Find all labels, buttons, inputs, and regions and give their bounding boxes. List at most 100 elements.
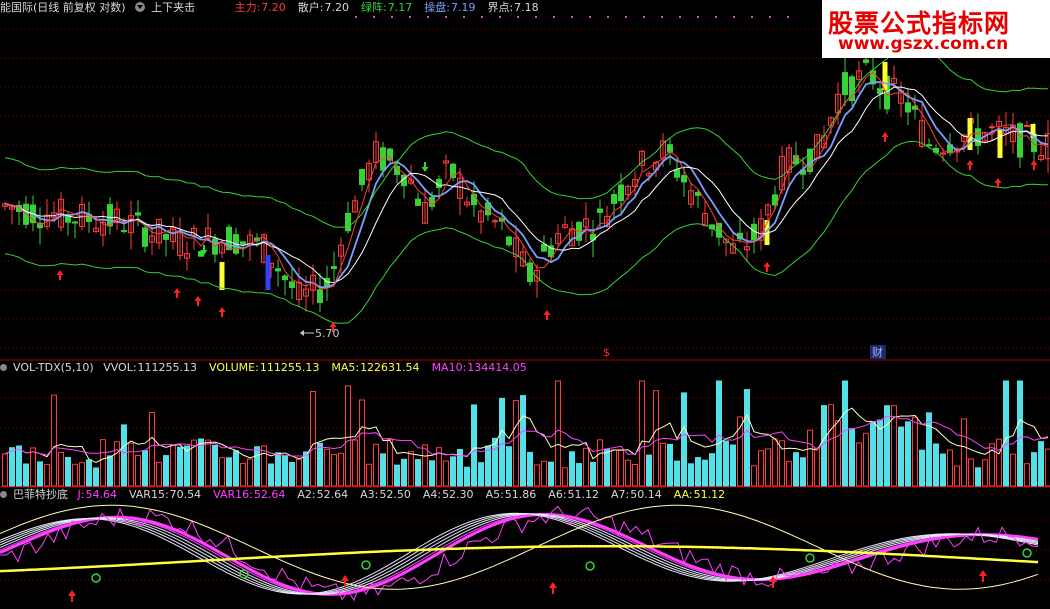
chart-canvas[interactable]: 5.70 $ 财 (0, 0, 1050, 609)
volume-bar (1024, 463, 1030, 487)
signal-candle (219, 262, 225, 290)
volume-bar (499, 397, 505, 487)
oscillator-readout: A2:52.64 (297, 488, 354, 501)
volume-bar (562, 467, 568, 487)
oscillator-readout-label: VAR15: (128, 488, 169, 501)
main-readout-value: 7.20 (324, 1, 350, 14)
oscillator-readout: AA:51.12 (674, 488, 731, 501)
formula-name[interactable]: 上下夹击 (151, 1, 195, 14)
volume-bar (758, 450, 764, 487)
candle (989, 126, 995, 129)
volume-readout: VOLUME:111255.13 (209, 361, 325, 374)
signal-dot (607, 16, 609, 18)
volume-bar (653, 390, 659, 487)
oscillator-readout-label: AA: (673, 488, 693, 501)
volume-bar (198, 438, 204, 487)
candle (163, 233, 169, 240)
volume-bar (548, 461, 554, 487)
volume-bar (149, 412, 155, 487)
volume-bar (268, 463, 274, 487)
signal-candle (882, 62, 888, 90)
volume-bar (219, 457, 225, 487)
volume-bar (366, 463, 372, 487)
volume-bar (23, 463, 29, 487)
volume-indicator-name[interactable]: VOL-TDX(5,10) (13, 361, 94, 374)
volume-bar (51, 394, 57, 487)
volume-menu-icon[interactable] (0, 364, 7, 371)
volume-bar (289, 462, 295, 487)
candle (359, 168, 365, 186)
volume-bar (772, 438, 778, 487)
oscillator-cross-icon (91, 573, 101, 583)
volume-bar (779, 440, 785, 487)
volume-bar (296, 458, 302, 487)
volume-bar (170, 444, 176, 487)
volume-bar (65, 456, 71, 487)
main-readout-value: 7.17 (387, 1, 413, 14)
volume-bar (576, 463, 582, 487)
formula-dropdown-icon[interactable] (135, 2, 146, 12)
volume-bar (275, 452, 281, 487)
oscillator-readout: A3:52.50 (360, 488, 417, 501)
volume-bar (905, 421, 911, 487)
candle (842, 72, 848, 96)
volume-bar (1010, 453, 1016, 487)
volume-bar (555, 380, 561, 487)
main-readout-value: 7.18 (514, 1, 539, 14)
volume-bar (632, 464, 638, 487)
volume-bar (240, 462, 246, 487)
volume-bar (359, 399, 365, 487)
buy-arrow-icon (966, 160, 974, 170)
ma-line-boundary (4, 86, 1049, 284)
main-readout-value: 7.20 (261, 1, 286, 14)
oscillator-readout-label: A6: (548, 488, 567, 501)
main-readout-label: 绿阵: (361, 1, 387, 14)
sell-arrow-icon (421, 162, 429, 172)
main-readout: 界点:7.18 (487, 1, 544, 14)
oscillator-name[interactable]: 巴菲特抄底 (13, 488, 68, 501)
volume-bar (450, 456, 456, 487)
volume-bar (93, 467, 99, 487)
oscillator-readout-label: J: (77, 488, 85, 501)
volume-bar (443, 460, 449, 487)
signal-dot (769, 16, 771, 18)
candle (135, 212, 141, 216)
volume-readout-value: 111255.13 (259, 361, 320, 374)
signal-dot (517, 16, 519, 18)
oscillator-readout: A6:51.12 (548, 488, 605, 501)
candle (317, 289, 323, 303)
volume-bar (79, 462, 85, 487)
volume-bar (352, 439, 358, 487)
candle (387, 148, 393, 161)
volume-bar (401, 458, 407, 487)
candle (282, 275, 288, 281)
volume-bar (282, 454, 288, 487)
volume-bar (44, 463, 50, 487)
volume-header: VOL-TDX(5,10) VVOL:111255.13 VOLUME:11125… (0, 360, 545, 376)
event-marker-cai: 财 (872, 345, 883, 359)
candle (877, 88, 883, 95)
volume-bar (184, 445, 190, 487)
oscillator-menu-icon[interactable] (0, 491, 7, 498)
oscillator-readout: A7:50.14 (611, 488, 668, 501)
volume-readout-label: MA5: (331, 361, 360, 374)
volume-readouts: VVOL:111255.13 VOLUME:111255.13 MA5:122631… (103, 361, 539, 374)
volume-bar (30, 447, 36, 487)
signal-dot (499, 16, 501, 18)
volume-bar (492, 437, 498, 487)
volume-bar (100, 439, 106, 487)
volume-bar (856, 442, 862, 487)
volume-bar (16, 445, 22, 487)
volume-bar (520, 395, 526, 487)
signal-dot (679, 16, 681, 18)
candle (345, 212, 351, 232)
oscillator-readout-label: A3: (360, 488, 379, 501)
oscillator-readout-label: A4: (422, 488, 442, 501)
volume-bar (422, 444, 428, 487)
buy-arrow-icon (218, 307, 226, 317)
volume-bar (107, 455, 113, 487)
signal-dot (553, 16, 555, 18)
oscillator-readout-value: 51.86 (504, 488, 537, 501)
volume-bar (163, 455, 169, 487)
volume-bar (86, 459, 92, 487)
